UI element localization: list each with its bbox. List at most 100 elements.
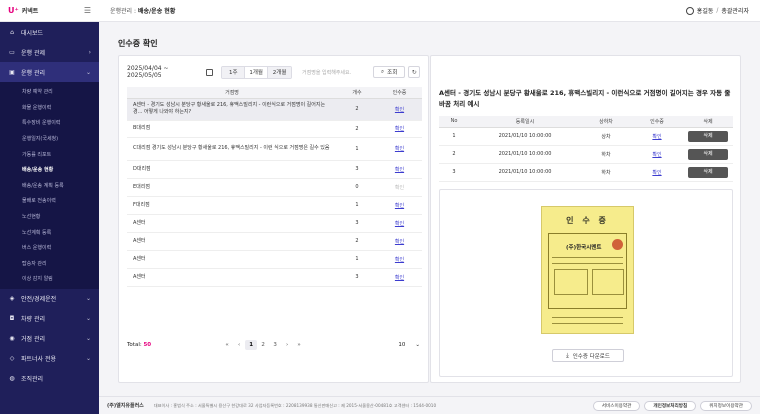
delete-button[interactable]: 삭제	[688, 130, 728, 142]
table-row[interactable]: A센터 3 확인	[127, 214, 422, 233]
hub-name: D대리점	[127, 160, 337, 179]
sidebar-item-organization[interactable]: ◍ 조직관리	[0, 369, 99, 389]
table-row[interactable]: E대리점 0 확인	[127, 178, 422, 197]
sidebar-submenu: 차량 예약 관리 화물 운행이력 특수장비 운행이력 운행일지(국세청) 가동률…	[0, 82, 99, 289]
receipt-detail-panel: A센터 - 경기도 성남시 분당구 황새울로 216, 휴맥스빌리지 - 이런식…	[430, 55, 741, 383]
table-row[interactable]: F대리점 1 확인	[127, 196, 422, 215]
row-no: 3	[439, 163, 469, 182]
hub-count: 2	[337, 120, 377, 138]
table-row[interactable]: C대리점 경기도 성남시 분당구 황새울로 216, 휴맥스빌리지 - 이런 식…	[127, 137, 422, 161]
last-page-icon[interactable]: »	[293, 342, 305, 348]
table-row[interactable]: A센터 - 경기도 성남시 분당구 황새울로 216, 휴맥스빌리지 - 이런식…	[127, 98, 422, 121]
submenu-item[interactable]: 차량 예약 관리	[0, 84, 99, 100]
confirm-link[interactable]: 확인	[395, 107, 404, 113]
sidebar-item-operation-management[interactable]: ▣ 운행 관리 ⌄	[0, 62, 99, 82]
submenu-item[interactable]: 탑승자 관리	[0, 256, 99, 272]
period-1month-button[interactable]: 1개월	[245, 66, 269, 78]
sidebar-item-operation-control[interactable]: ▭ 운행 관제 ›	[0, 42, 99, 62]
submenu-item[interactable]: 화물 운행이력	[0, 100, 99, 116]
submenu-item[interactable]: 가동률 리포트	[0, 146, 99, 162]
home-icon: ⌂	[10, 28, 14, 36]
table-row[interactable]: D대리점 3 확인	[127, 160, 422, 179]
row-no: 2	[439, 145, 469, 164]
col-header-delete: 삭제	[683, 116, 733, 128]
brand-logo: U⁺	[8, 6, 19, 15]
confirm-link[interactable]: 확인	[652, 170, 661, 176]
period-1week-button[interactable]: 1주	[222, 66, 246, 78]
sidebar-item-label: 운행 관리	[21, 69, 45, 77]
confirm-link[interactable]: 확인	[395, 167, 404, 173]
chevron-down-icon: ⌄	[85, 355, 91, 363]
table-row: 3 2021/01/10 10:00:00 하차 확인 삭제	[439, 163, 733, 182]
people-icon: ◍	[9, 375, 15, 383]
submenu-item[interactable]: 노선계획 등록	[0, 224, 99, 240]
hamburger-menu-icon[interactable]: ☰	[84, 6, 91, 15]
submenu-item[interactable]: 배송/운송 계획 등록	[0, 178, 99, 194]
sidebar-item-partner[interactable]: ◇ 파트너사 전용 ⌄	[0, 349, 99, 369]
hub-search-input[interactable]: 거점명을 입력해주세요.	[298, 66, 371, 78]
confirm-link[interactable]: 확인	[652, 134, 661, 140]
confirm-link[interactable]: 확인	[395, 275, 404, 281]
submenu-item[interactable]: 버스 운행이력	[0, 240, 99, 256]
page-button-current[interactable]: 1	[245, 340, 258, 350]
hub-name: A센터	[127, 250, 337, 269]
search-button[interactable]: ⌕ 조회	[372, 66, 406, 78]
page-button[interactable]: 3	[269, 342, 281, 348]
submenu-item[interactable]: 물배로 전송이력	[0, 193, 99, 209]
table-row[interactable]: A센터 1 확인	[127, 250, 422, 269]
page-title: 인수증 확인	[118, 39, 158, 48]
col-header-date: 등록일시	[469, 116, 581, 128]
breadcrumb-parent: 운행관리 :	[110, 8, 137, 15]
page-size-select[interactable]: 10 ⌄	[398, 342, 420, 348]
user-separator: /	[716, 7, 719, 14]
calendar-icon[interactable]	[205, 68, 214, 76]
confirm-link[interactable]: 확인	[395, 257, 404, 263]
sidebar-item-hub[interactable]: ◉ 거점 관리 ⌄	[0, 329, 99, 349]
sidebar-item-dashboard[interactable]: ⌂ 대시보드	[0, 22, 99, 42]
table-row[interactable]: A센터 3 확인	[127, 268, 422, 287]
confirm-link[interactable]: 확인	[395, 146, 404, 152]
confirm-link[interactable]: 확인	[395, 221, 404, 227]
footer-company: (주)엘지유플러스	[107, 403, 144, 409]
delete-button[interactable]: 삭제	[688, 166, 728, 178]
delete-button[interactable]: 삭제	[688, 148, 728, 160]
period-2month-button[interactable]: 2개월	[268, 66, 292, 78]
confirm-link[interactable]: 확인	[395, 239, 404, 245]
location-terms-link[interactable]: 위치정보이용약관	[700, 400, 752, 411]
search-button-label: 조회	[387, 70, 398, 76]
next-page-icon[interactable]: ›	[281, 342, 293, 348]
confirm-link[interactable]: 확인	[395, 126, 404, 132]
submenu-item-active[interactable]: 배송/운송 현황	[0, 162, 99, 178]
download-receipt-button[interactable]: ⤓ 인수증 다운로드	[552, 349, 624, 362]
table-row[interactable]: B대리점 2 확인	[127, 120, 422, 138]
page-footer: (주)엘지유플러스 대표이사 : 홍범식 주소 : 서울특별시 용산구 한강대로…	[99, 396, 760, 414]
truck-icon: ▣	[9, 68, 15, 76]
col-header-no: No	[439, 116, 469, 128]
footer-links: 서비스이용약관 개인정보처리방침 위치정보이용약관	[589, 400, 752, 411]
table-row[interactable]: A센터 2 확인	[127, 232, 422, 251]
user-menu[interactable]: 홍길동 / 총괄관리자	[685, 6, 749, 15]
prev-page-icon[interactable]: ‹	[233, 342, 245, 348]
submenu-item[interactable]: 노선현황	[0, 209, 99, 225]
page-button[interactable]: 2	[257, 342, 269, 348]
shield-icon: ◈	[9, 295, 15, 303]
submenu-item[interactable]: 운행일지(국세청)	[0, 131, 99, 147]
terms-link[interactable]: 서비스이용약관	[592, 400, 641, 411]
sidebar-item-safety[interactable]: ◈ 안전/경제운전 ⌄	[0, 289, 99, 309]
submenu-item[interactable]: 특수장비 운행이력	[0, 115, 99, 131]
first-page-icon[interactable]: «	[221, 342, 233, 348]
sidebar-item-label: 조직관리	[21, 376, 44, 384]
confirm-link[interactable]: 확인	[395, 203, 404, 209]
date-range-input[interactable]: 2025/04/04 ~ 2025/05/05	[127, 65, 202, 79]
privacy-link[interactable]: 개인정보처리방침	[644, 400, 697, 411]
breadcrumb: 운행관리 : 배송/운송 현황	[110, 6, 175, 15]
col-header-receipt: 인수증	[631, 116, 683, 128]
user-name: 홍길동	[696, 8, 714, 15]
hub-name: A센터	[127, 232, 337, 251]
download-label: 인수증 다운로드	[572, 353, 610, 360]
sidebar-item-vehicle[interactable]: ◘ 차량 관리 ⌄	[0, 309, 99, 329]
confirm-link[interactable]: 확인	[652, 152, 661, 158]
refresh-icon[interactable]: ↻	[408, 66, 420, 78]
hub-name: F대리점	[127, 196, 337, 215]
submenu-item[interactable]: 이상 감지 알림	[0, 271, 99, 287]
